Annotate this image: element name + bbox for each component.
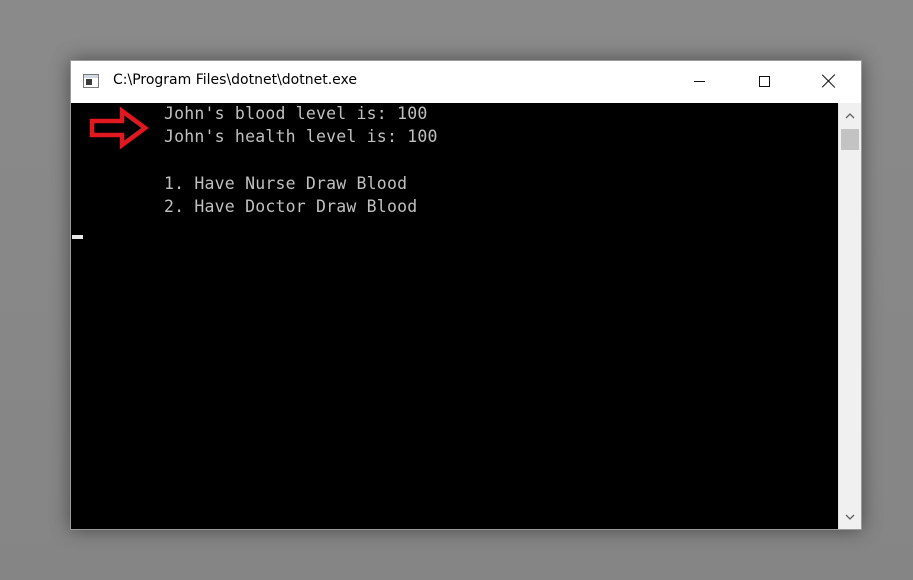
scroll-down-button[interactable] <box>839 507 861 527</box>
console-line-option-doctor: 2. Have Doctor Draw Blood <box>164 197 418 216</box>
console-line-option-nurse: 1. Have Nurse Draw Blood <box>164 174 408 193</box>
chevron-up-icon <box>845 113 855 119</box>
arrow-right-icon <box>89 106 149 150</box>
scroll-up-button[interactable] <box>839 106 861 126</box>
console-window: C:\Program Files\dotnet\dotnet.exe John'… <box>70 60 862 530</box>
text-cursor <box>72 235 83 239</box>
scrollbar-thumb[interactable] <box>841 129 859 150</box>
console-app-icon[interactable] <box>83 74 99 88</box>
console-output[interactable]: John's blood level is: 100 John's health… <box>71 103 838 529</box>
close-icon <box>822 74 836 88</box>
window-title: C:\Program Files\dotnet\dotnet.exe <box>113 72 358 88</box>
console-line-health-level: John's health level is: 100 <box>164 127 438 146</box>
minimize-button[interactable] <box>676 61 722 101</box>
title-bar[interactable]: C:\Program Files\dotnet\dotnet.exe <box>71 61 861 103</box>
close-button[interactable] <box>806 61 852 101</box>
minimize-icon <box>693 80 705 82</box>
maximize-icon <box>758 75 770 87</box>
vertical-scrollbar[interactable] <box>838 103 861 529</box>
maximize-button[interactable] <box>741 61 787 101</box>
console-line-blood-level: John's blood level is: 100 <box>164 104 428 123</box>
chevron-down-icon <box>845 514 855 520</box>
